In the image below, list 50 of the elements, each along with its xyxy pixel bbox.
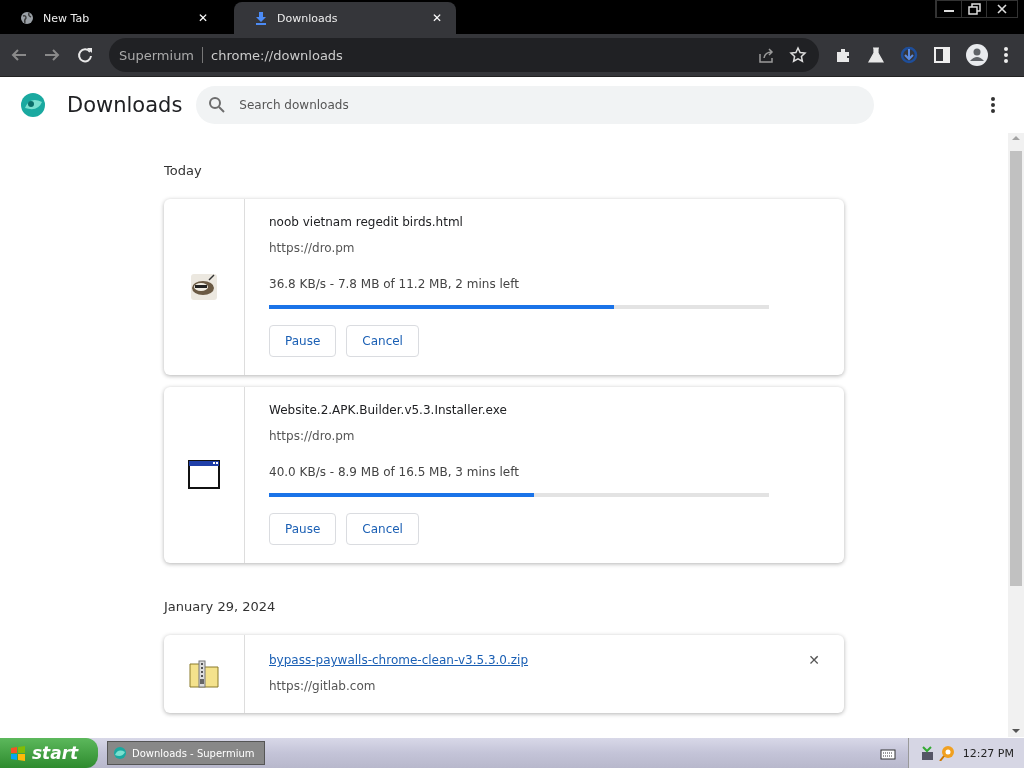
menu-icon[interactable] (1003, 46, 1009, 64)
action-button[interactable]: Pause (269, 513, 337, 545)
window-file-icon (187, 458, 221, 492)
flask-icon[interactable] (867, 46, 885, 64)
file-link[interactable]: bypass-paywalls-chrome-clean-v3.5.3.0.zip (269, 653, 529, 667)
download-icon[interactable] (900, 46, 918, 64)
reload-icon[interactable] (76, 46, 94, 64)
keyboard-icon[interactable] (879, 746, 896, 760)
scrollbar-drawing[interactable] (1008, 133, 1024, 737)
share-icon[interactable] (757, 46, 775, 64)
app-logo-icon (113, 746, 127, 760)
source-url: https://dro.pm (269, 241, 356, 257)
star-icon[interactable] (789, 46, 807, 64)
browser-tab[interactable]: New Tab ✕ (0, 2, 222, 34)
search-field[interactable]: Search downloads (196, 86, 875, 124)
tab-title: Downloads (277, 11, 339, 25)
date-heading: January 29, 2024 (164, 599, 277, 613)
file-name: noob vietnam regedit birds.html (269, 215, 464, 231)
windows-flag-icon (10, 745, 26, 761)
address-bar[interactable]: Supermium chrome://downloads (109, 38, 819, 72)
globe-icon (20, 11, 34, 25)
browser-tab[interactable]: Downloads ✕ (234, 2, 456, 34)
source-url: https://gitlab.com (269, 679, 377, 695)
date-heading: Today (164, 163, 203, 177)
app-logo-icon (20, 92, 46, 118)
action-button[interactable]: Pause (269, 325, 337, 357)
action-button[interactable]: Cancel (346, 325, 419, 357)
download-status: 36.8 KB/s - 7.8 MB of 11.2 MB, 2 mins left (269, 277, 520, 293)
side-panel-icon[interactable] (933, 46, 951, 64)
zip-folder-icon (187, 657, 221, 691)
clock: 12:27 PM (962, 746, 1014, 760)
profile-icon[interactable] (966, 44, 988, 66)
browser-name: Supermium (119, 47, 195, 63)
taskbar-button[interactable]: Downloads - Supermium (107, 741, 265, 765)
action-button[interactable]: Cancel (346, 513, 419, 545)
task-title: Downloads - Supermium (132, 747, 255, 759)
download-icon (254, 11, 268, 25)
search-icon[interactable] (208, 96, 227, 114)
close-icon[interactable]: ✕ (197, 11, 208, 25)
start-label: start (32, 743, 79, 763)
puzzle-icon[interactable] (834, 46, 852, 64)
file-name: Website.2.APK.Builder.v5.3.Installer.exe (269, 403, 508, 419)
address-url: chrome://downloads (211, 47, 343, 63)
page-title: Downloads (67, 93, 183, 117)
tab-title: New Tab (43, 11, 91, 25)
remove-icon[interactable]: ✕ (808, 652, 820, 668)
source-url: https://dro.pm (269, 429, 356, 445)
close-icon[interactable]: ✕ (431, 11, 442, 25)
download-status: 40.0 KB/s - 8.9 MB of 16.5 MB, 3 mins left (269, 465, 520, 481)
more-options-icon[interactable] (990, 96, 996, 114)
